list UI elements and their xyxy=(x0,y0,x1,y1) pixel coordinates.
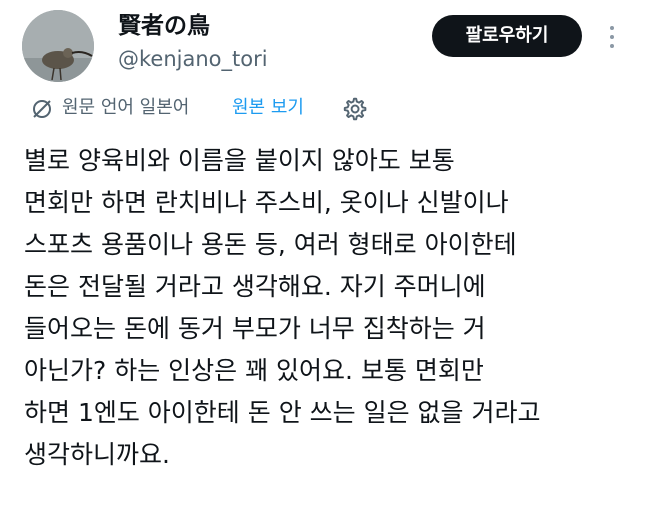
tweet-line: 스포츠 용품이나 용돈 등, 여러 형태로 아이한테 xyxy=(24,230,517,259)
display-name[interactable]: 賢者の鳥 xyxy=(118,12,210,40)
tweet-line: 면회만 하면 란치비나 주스비, 옷이나 신발이나 xyxy=(24,188,509,217)
tweet-line: 하면 1엔도 아이한테 돈 안 쓰는 일은 없을 거라고 xyxy=(24,398,541,427)
translation-source-label: 원문 언어 일본어 xyxy=(62,97,190,118)
user-handle[interactable]: @kenjano_tori xyxy=(118,46,268,72)
tweet-line: 들어오는 돈에 동거 부모가 너무 집착하는 거 xyxy=(24,314,486,343)
bird-avatar-icon xyxy=(22,10,94,82)
follow-button[interactable]: 팔로우하기 xyxy=(432,15,582,57)
more-dots-icon xyxy=(610,35,614,39)
more-options-button[interactable] xyxy=(600,22,624,52)
show-original-link[interactable]: 원본 보기 xyxy=(232,96,304,120)
tweet-line: 생각하니까요. xyxy=(24,440,170,469)
gear-icon[interactable] xyxy=(341,96,367,122)
tweet-line: 별로 양육비와 이름을 붙이지 않아도 보통 xyxy=(24,146,455,175)
avatar[interactable] xyxy=(22,10,94,82)
tweet-line: 아닌가? 하는 인상은 꽤 있어요. 보통 면회만 xyxy=(24,356,484,385)
more-dots-icon xyxy=(610,44,614,48)
tweet-line: 돈은 전달될 거라고 생각해요. 자기 주머니에 xyxy=(24,272,486,301)
more-dots-icon xyxy=(610,26,614,30)
translate-off-icon xyxy=(33,100,51,118)
tweet-card: 賢者の鳥 @kenjano_tori 팔로우하기 원문 언어 일본어 원본 보기… xyxy=(0,0,648,508)
tweet-text: 별로 양육비와 이름을 붙이지 않아도 보통 면회만 하면 란치비나 주스비, … xyxy=(24,140,634,476)
